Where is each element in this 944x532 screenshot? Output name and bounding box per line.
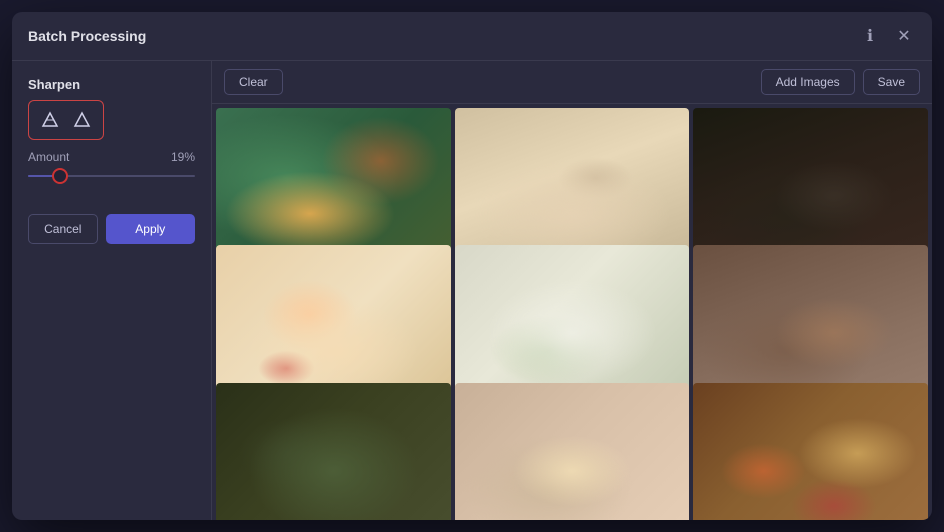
info-icon: ℹ — [867, 26, 873, 46]
dialog-title: Batch Processing — [28, 28, 146, 44]
title-actions: ℹ ✕ — [858, 24, 916, 48]
clear-button[interactable]: Clear — [224, 69, 283, 95]
batch-processing-dialog: Batch Processing ℹ ✕ Sharpen — [12, 12, 932, 520]
amount-row: Amount 19% — [28, 150, 195, 164]
save-button[interactable]: Save — [863, 69, 920, 95]
grid-image-9[interactable] — [693, 383, 928, 520]
amount-value: 19% — [171, 150, 195, 164]
slider-thumb[interactable] — [52, 168, 68, 184]
sharpen-icon-2 — [69, 107, 95, 133]
close-icon: ✕ — [897, 26, 910, 46]
close-button[interactable]: ✕ — [892, 24, 916, 48]
amount-label: Amount — [28, 150, 69, 164]
cancel-button[interactable]: Cancel — [28, 214, 98, 244]
action-buttons: Cancel Apply — [28, 214, 195, 244]
title-bar: Batch Processing ℹ ✕ — [12, 12, 932, 61]
sharpen-icon-1 — [37, 107, 63, 133]
apply-button[interactable]: Apply — [106, 214, 195, 244]
main-content: Sharpen Amount — [12, 61, 932, 520]
image-grid — [212, 104, 932, 520]
section-title: Sharpen — [28, 77, 195, 92]
sidebar: Sharpen Amount — [12, 61, 212, 520]
info-button[interactable]: ℹ — [858, 24, 882, 48]
image-area: Clear Add Images Save — [212, 61, 932, 520]
grid-image-7[interactable] — [216, 383, 451, 520]
sharpen-section: Sharpen Amount — [28, 77, 195, 186]
grid-image-8[interactable] — [455, 383, 690, 520]
image-toolbar: Clear Add Images Save — [212, 61, 932, 104]
slider-container[interactable] — [28, 166, 195, 186]
sharpen-icon-group — [28, 100, 104, 140]
add-images-button[interactable]: Add Images — [761, 69, 855, 95]
